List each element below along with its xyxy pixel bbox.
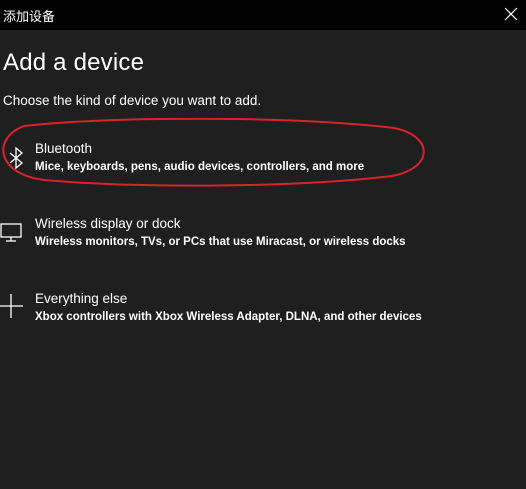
title-bar: 添加设备 (0, 0, 526, 30)
option-bluetooth-description: Mice, keyboards, pens, audio devices, co… (35, 161, 365, 173)
close-icon[interactable] (502, 5, 520, 23)
monitor-icon (0, 223, 22, 242)
option-bluetooth[interactable]: Bluetooth Mice, keyboards, pens, audio d… (0, 141, 526, 199)
option-wireless-display[interactable]: Wireless display or dock Wireless monito… (0, 216, 526, 274)
window-title: 添加设备 (3, 10, 56, 25)
option-everything-else-description: Xbox controllers with Xbox Wireless Adap… (35, 311, 422, 323)
bluetooth-icon (9, 146, 24, 170)
plus-icon (0, 294, 23, 318)
option-wireless-display-label: Wireless display or dock (35, 216, 181, 231)
page-title: Add a device (3, 49, 145, 76)
option-wireless-display-description: Wireless monitors, TVs, or PCs that use … (35, 236, 406, 248)
page-subtitle: Choose the kind of device you want to ad… (3, 93, 262, 108)
option-bluetooth-label: Bluetooth (35, 141, 93, 156)
option-everything-else-label: Everything else (35, 291, 128, 306)
option-everything-else[interactable]: Everything else Xbox controllers with Xb… (0, 291, 526, 349)
